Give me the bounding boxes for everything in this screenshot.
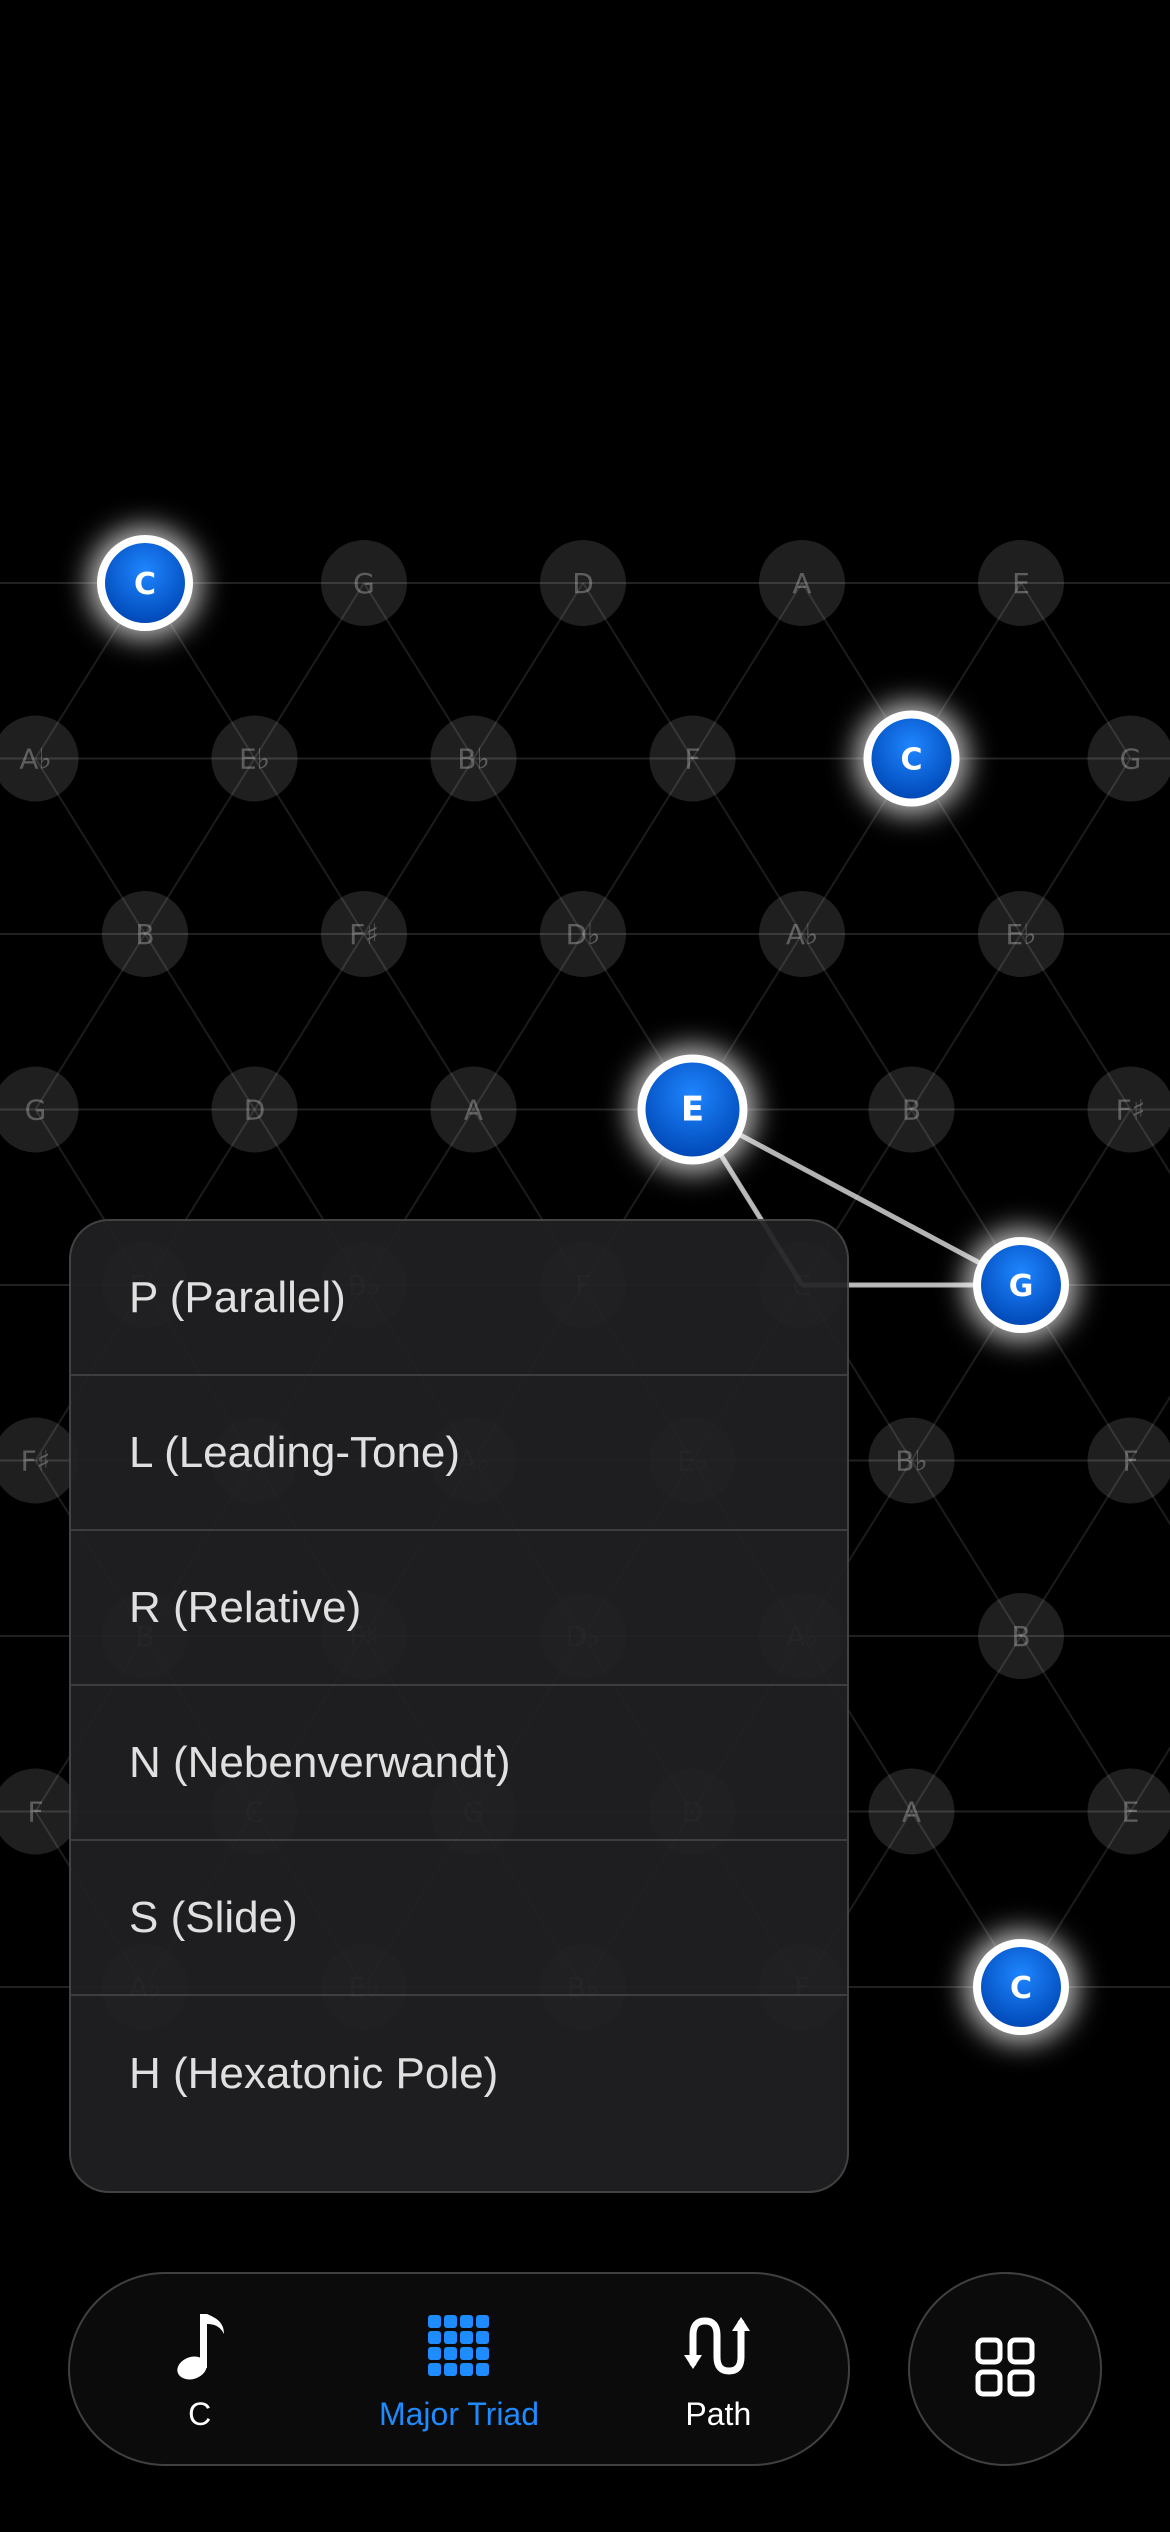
note-node[interactable]: A♭ xyxy=(0,715,79,802)
note-label: F xyxy=(27,1796,43,1829)
note-node[interactable]: E♭ xyxy=(211,715,298,802)
transform-menu: P (Parallel) L (Leading-Tone) R (Relativ… xyxy=(69,1219,849,2193)
note-node[interactable]: F♯ xyxy=(321,891,407,977)
menu-item-nebenverwandt[interactable]: N (Nebenverwandt) xyxy=(71,1686,847,1841)
path-arrows-icon xyxy=(683,2306,753,2386)
note-label: E♭ xyxy=(1006,918,1037,951)
active-note-node[interactable]: C xyxy=(965,1931,1077,2043)
menu-item-slide[interactable]: S (Slide) xyxy=(71,1841,847,1996)
active-note-label: G xyxy=(1009,1269,1034,1304)
note-node[interactable]: A♭ xyxy=(759,891,845,977)
note-label: F♯ xyxy=(349,918,379,951)
note-label: F xyxy=(1122,1445,1138,1478)
note-label: B xyxy=(135,918,154,951)
note-node[interactable]: D xyxy=(540,540,626,626)
note-label: F♯ xyxy=(1116,1094,1146,1127)
active-note-label: E xyxy=(681,1090,704,1130)
menu-item-leading-tone[interactable]: L (Leading-Tone) xyxy=(71,1376,847,1531)
active-note-label: C xyxy=(900,743,922,778)
note-node[interactable]: F xyxy=(1087,1417,1170,1504)
note-node[interactable]: B xyxy=(978,1593,1064,1679)
menu-item-parallel[interactable]: P (Parallel) xyxy=(71,1221,847,1376)
grid-view-button[interactable] xyxy=(908,2272,1102,2466)
note-label: A xyxy=(792,567,811,600)
active-note-node[interactable]: G xyxy=(965,1229,1077,1341)
note-label: F♯ xyxy=(21,1445,51,1478)
grid-dots-icon xyxy=(426,2306,492,2386)
note-node[interactable]: G xyxy=(1087,715,1170,802)
tab-chord[interactable]: Major Triad xyxy=(329,2274,588,2464)
note-label: D xyxy=(572,567,594,600)
note-label: E xyxy=(1122,1796,1140,1829)
note-label: E xyxy=(1012,567,1030,600)
note-node[interactable]: D♭ xyxy=(540,891,626,977)
note-node[interactable]: G xyxy=(0,1066,79,1153)
menu-item-hexatonic-pole[interactable]: H (Hexatonic Pole) xyxy=(71,1996,847,2151)
tab-chord-label: Major Triad xyxy=(378,2395,540,2432)
active-note-node[interactable]: E xyxy=(629,1046,756,1173)
note-node[interactable]: B♭ xyxy=(868,1417,955,1504)
note-label: D xyxy=(244,1094,266,1127)
note-label: A xyxy=(464,1094,483,1127)
tab-note[interactable]: C xyxy=(70,2274,329,2464)
note-label: B xyxy=(1011,1620,1030,1653)
note-node[interactable]: F xyxy=(649,715,736,802)
note-node[interactable]: F xyxy=(0,1768,79,1855)
active-note-node[interactable]: C xyxy=(855,702,968,815)
note-node[interactable]: E xyxy=(978,540,1064,626)
note-label: B♭ xyxy=(895,1445,927,1478)
note-node[interactable]: F♯ xyxy=(1087,1066,1170,1153)
note-label: G xyxy=(1120,743,1142,776)
note-node[interactable]: E xyxy=(1087,1768,1170,1855)
note-node[interactable]: A xyxy=(759,540,845,626)
note-node[interactable]: A xyxy=(430,1066,517,1153)
note-label: G xyxy=(25,1094,47,1127)
note-label: A♭ xyxy=(786,918,818,951)
active-note-node[interactable]: C xyxy=(89,527,201,639)
tab-path[interactable]: Path xyxy=(589,2274,848,2464)
active-note-label: C xyxy=(134,567,156,602)
bottom-tab-bar: C Major Triad Path xyxy=(68,2272,850,2466)
music-note-icon xyxy=(170,2306,230,2386)
four-squares-icon xyxy=(975,2337,1035,2402)
note-node[interactable]: E♭ xyxy=(978,891,1064,977)
note-label: B♭ xyxy=(457,743,489,776)
note-label: A♭ xyxy=(19,743,51,776)
tab-note-label: C xyxy=(188,2395,212,2432)
note-node[interactable]: G xyxy=(321,540,407,626)
tab-path-label: Path xyxy=(685,2395,752,2432)
note-node[interactable]: A xyxy=(868,1768,955,1855)
note-label: G xyxy=(353,567,375,600)
note-node[interactable]: B xyxy=(868,1066,955,1153)
note-label: A xyxy=(902,1796,921,1829)
note-node[interactable]: D xyxy=(211,1066,298,1153)
note-node[interactable]: B xyxy=(102,891,188,977)
note-label: E♭ xyxy=(239,743,270,776)
active-note-label: C xyxy=(1010,1971,1032,2006)
note-node[interactable]: F♯ xyxy=(0,1417,79,1504)
note-label: B xyxy=(902,1094,921,1127)
menu-item-relative[interactable]: R (Relative) xyxy=(71,1531,847,1686)
note-label: D♭ xyxy=(566,918,601,951)
note-label: F xyxy=(684,743,700,776)
note-node[interactable]: B♭ xyxy=(430,715,517,802)
